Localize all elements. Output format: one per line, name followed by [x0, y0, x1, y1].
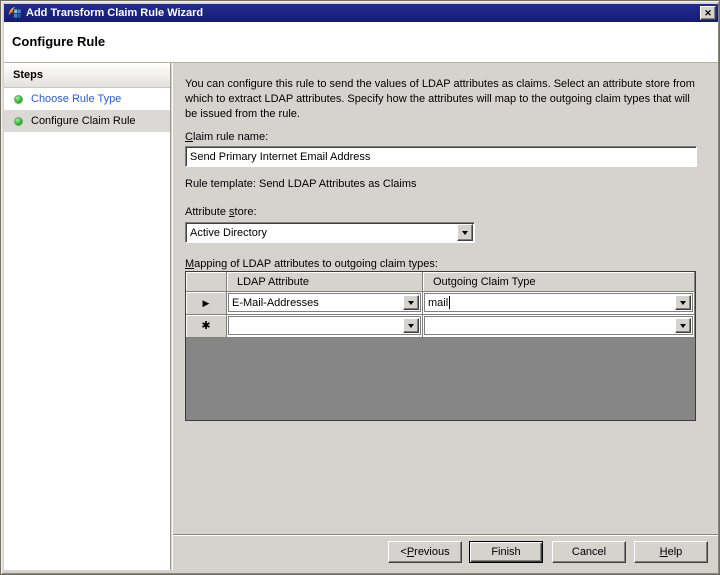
help-button[interactable]: Help: [634, 541, 708, 563]
step-bullet-icon: [14, 95, 23, 104]
close-button[interactable]: ✕: [700, 6, 716, 20]
row-selector-current[interactable]: ▶: [186, 292, 227, 315]
claim-rule-name-value: Send Primary Internet Email Address: [190, 151, 370, 163]
cancel-button[interactable]: Cancel: [552, 541, 626, 563]
outgoing-claim-type-dropdown-button[interactable]: [675, 318, 691, 333]
ldap-attribute-select[interactable]: E-Mail-Addresses: [228, 293, 421, 312]
claim-rule-name-input[interactable]: Send Primary Internet Email Address: [185, 146, 697, 167]
ldap-attribute-select-new[interactable]: [228, 316, 421, 335]
chevron-down-icon: [408, 301, 414, 305]
column-header-outgoing-claim-type: Outgoing Claim Type: [423, 272, 695, 292]
mapping-grid: LDAP Attribute Outgoing Claim Type ▶ E-M…: [185, 271, 696, 421]
step-item-configure-claim-rule[interactable]: Configure Claim Rule: [4, 110, 170, 132]
page-header: Configure Rule: [4, 22, 718, 63]
attribute-store-value: Active Directory: [190, 227, 267, 239]
outgoing-claim-type-cell: mail: [423, 292, 695, 315]
window-title: Add Transform Claim Rule Wizard: [26, 7, 203, 19]
panel-separator: [170, 63, 173, 570]
ldap-attribute-dropdown-button[interactable]: [403, 295, 419, 310]
grid-header-row: LDAP Attribute Outgoing Claim Type: [186, 272, 695, 292]
steps-panel: Steps Choose Rule Type Configure Claim R…: [4, 63, 170, 570]
finish-button[interactable]: Finish: [469, 541, 543, 563]
ldap-attribute-dropdown-button[interactable]: [403, 318, 419, 333]
chevron-down-icon: [680, 301, 686, 305]
title-bar: Add Transform Claim Rule Wizard ✕: [4, 4, 718, 22]
chevron-down-icon: [680, 324, 686, 328]
chevron-down-icon: [408, 324, 414, 328]
current-row-icon: ▶: [203, 299, 210, 308]
step-label: Choose Rule Type: [31, 93, 121, 105]
ldap-attribute-cell: E-Mail-Addresses: [227, 292, 423, 315]
outgoing-claim-type-combobox[interactable]: mail: [424, 293, 693, 312]
step-label: Configure Claim Rule: [31, 115, 136, 127]
table-row: ▶ E-Mail-Addresses mail: [186, 292, 695, 315]
ldap-attribute-cell: [227, 315, 423, 338]
text-cursor: [449, 296, 450, 309]
ldap-attribute-value: E-Mail-Addresses: [232, 297, 319, 309]
instructions-text: You can configure this rule to send the …: [185, 77, 695, 122]
column-header-ldap-attribute: LDAP Attribute: [227, 272, 423, 292]
attribute-store-dropdown-button[interactable]: [457, 224, 473, 241]
new-row-icon: ✱: [201, 321, 210, 332]
outgoing-claim-type-dropdown-button[interactable]: [675, 295, 691, 310]
outgoing-claim-type-value: mail: [428, 297, 448, 309]
claim-rule-name-label: Claim rule name:: [185, 131, 268, 143]
step-item-choose-rule-type[interactable]: Choose Rule Type: [4, 88, 170, 110]
row-selector-new[interactable]: ✱: [186, 315, 227, 338]
close-icon: ✕: [704, 9, 712, 18]
button-bar-divider: [173, 534, 718, 536]
page-title: Configure Rule: [4, 22, 718, 49]
grid-corner-header: [186, 272, 227, 292]
rule-template-text: Rule template: Send LDAP Attributes as C…: [185, 178, 417, 190]
steps-header: Steps: [4, 63, 170, 88]
table-row-new: ✱: [186, 315, 695, 338]
previous-button[interactable]: < Previous: [388, 541, 462, 563]
wizard-window: Add Transform Claim Rule Wizard ✕ Config…: [0, 0, 720, 575]
outgoing-claim-type-cell: [423, 315, 695, 338]
chevron-down-icon: [462, 231, 468, 235]
outgoing-claim-type-combobox-new[interactable]: [424, 316, 693, 335]
attribute-store-select[interactable]: Active Directory: [185, 222, 475, 243]
attribute-store-label: Attribute store:: [185, 206, 257, 218]
step-bullet-icon: [14, 117, 23, 126]
wizard-icon: [8, 6, 22, 20]
mapping-label: Mapping of LDAP attributes to outgoing c…: [185, 258, 438, 270]
